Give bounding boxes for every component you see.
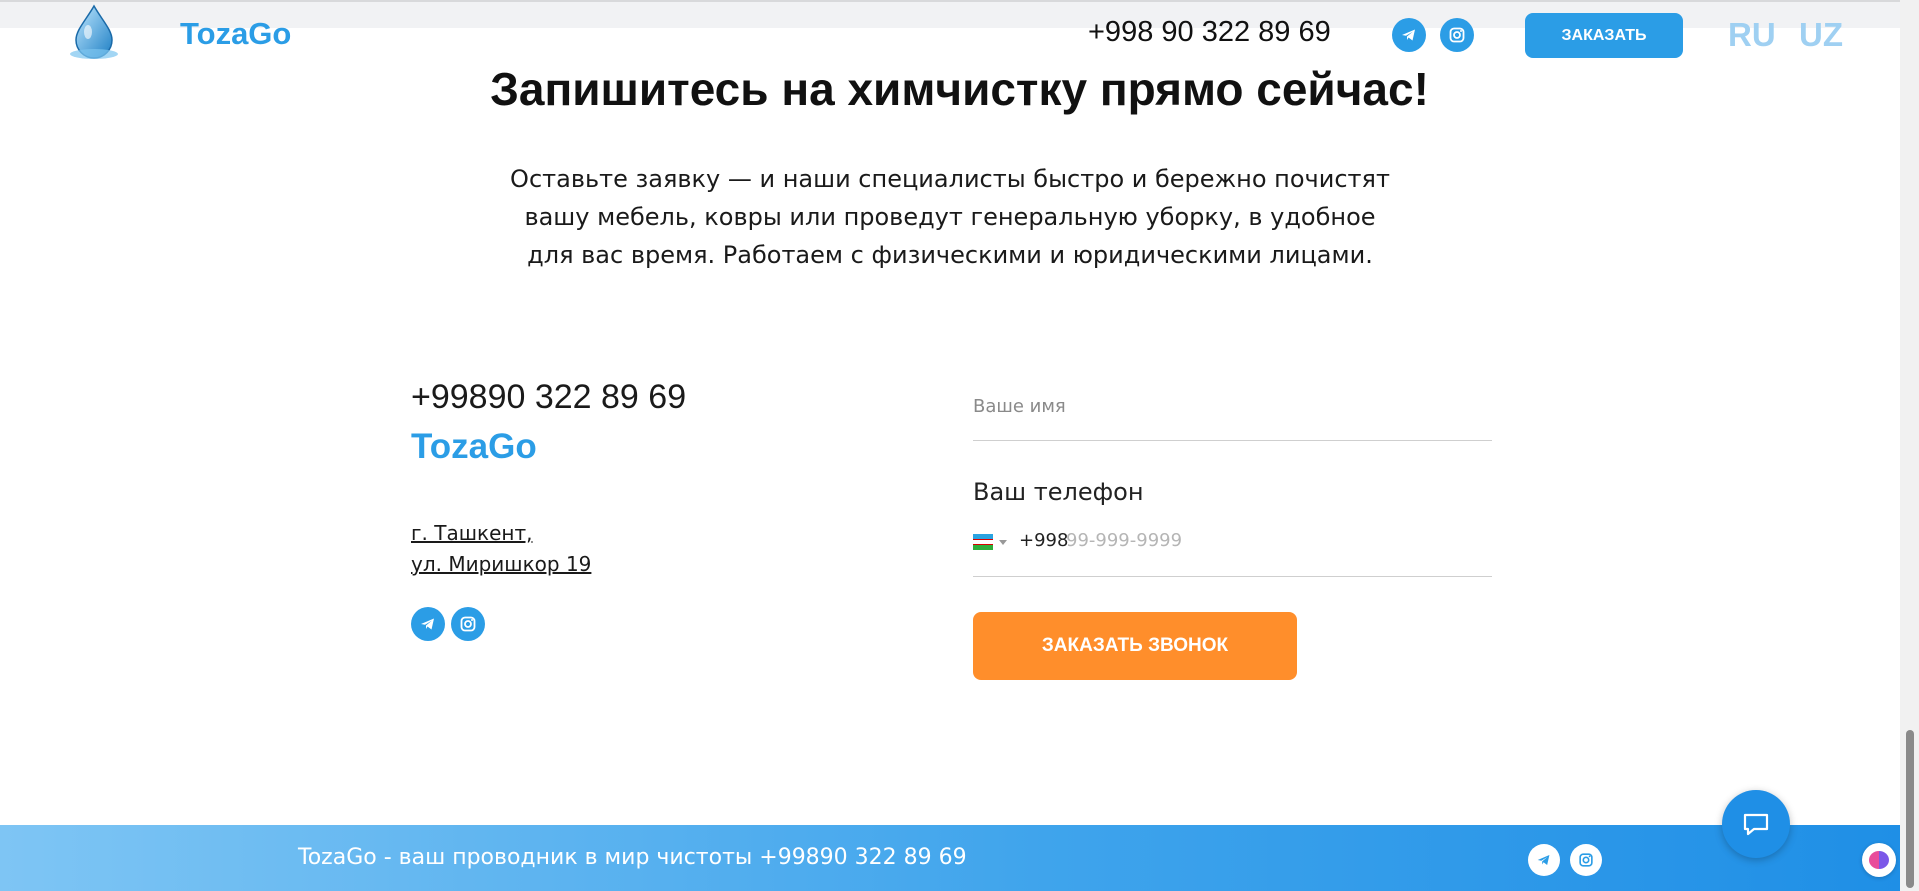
lead-line: для вас время. Работаем с физическими и … (527, 241, 1373, 269)
lead-line: Оставьте заявку — и наши специалисты быс… (510, 165, 1390, 193)
address-city[interactable]: г. Ташкент, (411, 521, 532, 545)
language-uz[interactable]: UZ (1799, 16, 1843, 54)
page-title: Запишитесь на химчистку прямо сейчас! (490, 63, 1429, 115)
phone-label: Ваш телефон (973, 478, 1144, 506)
address-street[interactable]: ул. Миришкор 19 (411, 552, 591, 576)
instagram-icon (460, 616, 476, 632)
chat-widget-button[interactable] (1722, 790, 1790, 858)
phone-placeholder: 99-999-9999 (1066, 530, 1183, 551)
telegram-icon (1537, 855, 1550, 865)
lead-line: вашу мебель, ковры или проведут генераль… (524, 203, 1376, 231)
brand-logo-text[interactable]: TozaGo (180, 16, 291, 52)
order-button[interactable]: ЗАКАЗАТЬ (1525, 13, 1683, 58)
footer-text: TozaGo - ваш проводник в мир чистоты +99… (298, 845, 967, 870)
contact-instagram-link[interactable] (451, 607, 485, 641)
caret-down-icon[interactable] (999, 540, 1007, 545)
contact-brand: TozaGo (411, 427, 537, 466)
contact-telegram-link[interactable] (411, 607, 445, 641)
header-phone-link[interactable]: +998 90 322 89 69 (1088, 16, 1331, 49)
uzbekistan-flag-icon[interactable] (973, 534, 993, 550)
country-code: +998 (1019, 530, 1069, 551)
contact-phone[interactable]: +99890 322 89 69 (411, 378, 686, 417)
lead-paragraph: Оставьте заявку — и наши специалисты быс… (490, 160, 1410, 274)
scrollbar-thumb[interactable] (1906, 730, 1914, 888)
footer-instagram-link[interactable] (1570, 844, 1602, 876)
chat-icon (1743, 813, 1769, 836)
name-input[interactable]: Ваше имя (973, 384, 1492, 441)
name-placeholder: Ваше имя (973, 396, 1066, 417)
water-drop-logo-icon[interactable] (64, 2, 124, 62)
telegram-icon (1402, 29, 1415, 41)
header-telegram-link[interactable] (1392, 18, 1426, 52)
assistant-widget-icon[interactable] (1862, 843, 1896, 877)
telegram-icon (421, 618, 434, 630)
header-instagram-link[interactable] (1440, 18, 1474, 52)
language-ru[interactable]: RU (1728, 16, 1776, 54)
instagram-icon (1449, 27, 1465, 43)
instagram-icon (1579, 853, 1593, 867)
footer-telegram-link[interactable] (1528, 844, 1560, 876)
request-call-button[interactable]: ЗАКАЗАТЬ ЗВОНОК (973, 612, 1297, 680)
